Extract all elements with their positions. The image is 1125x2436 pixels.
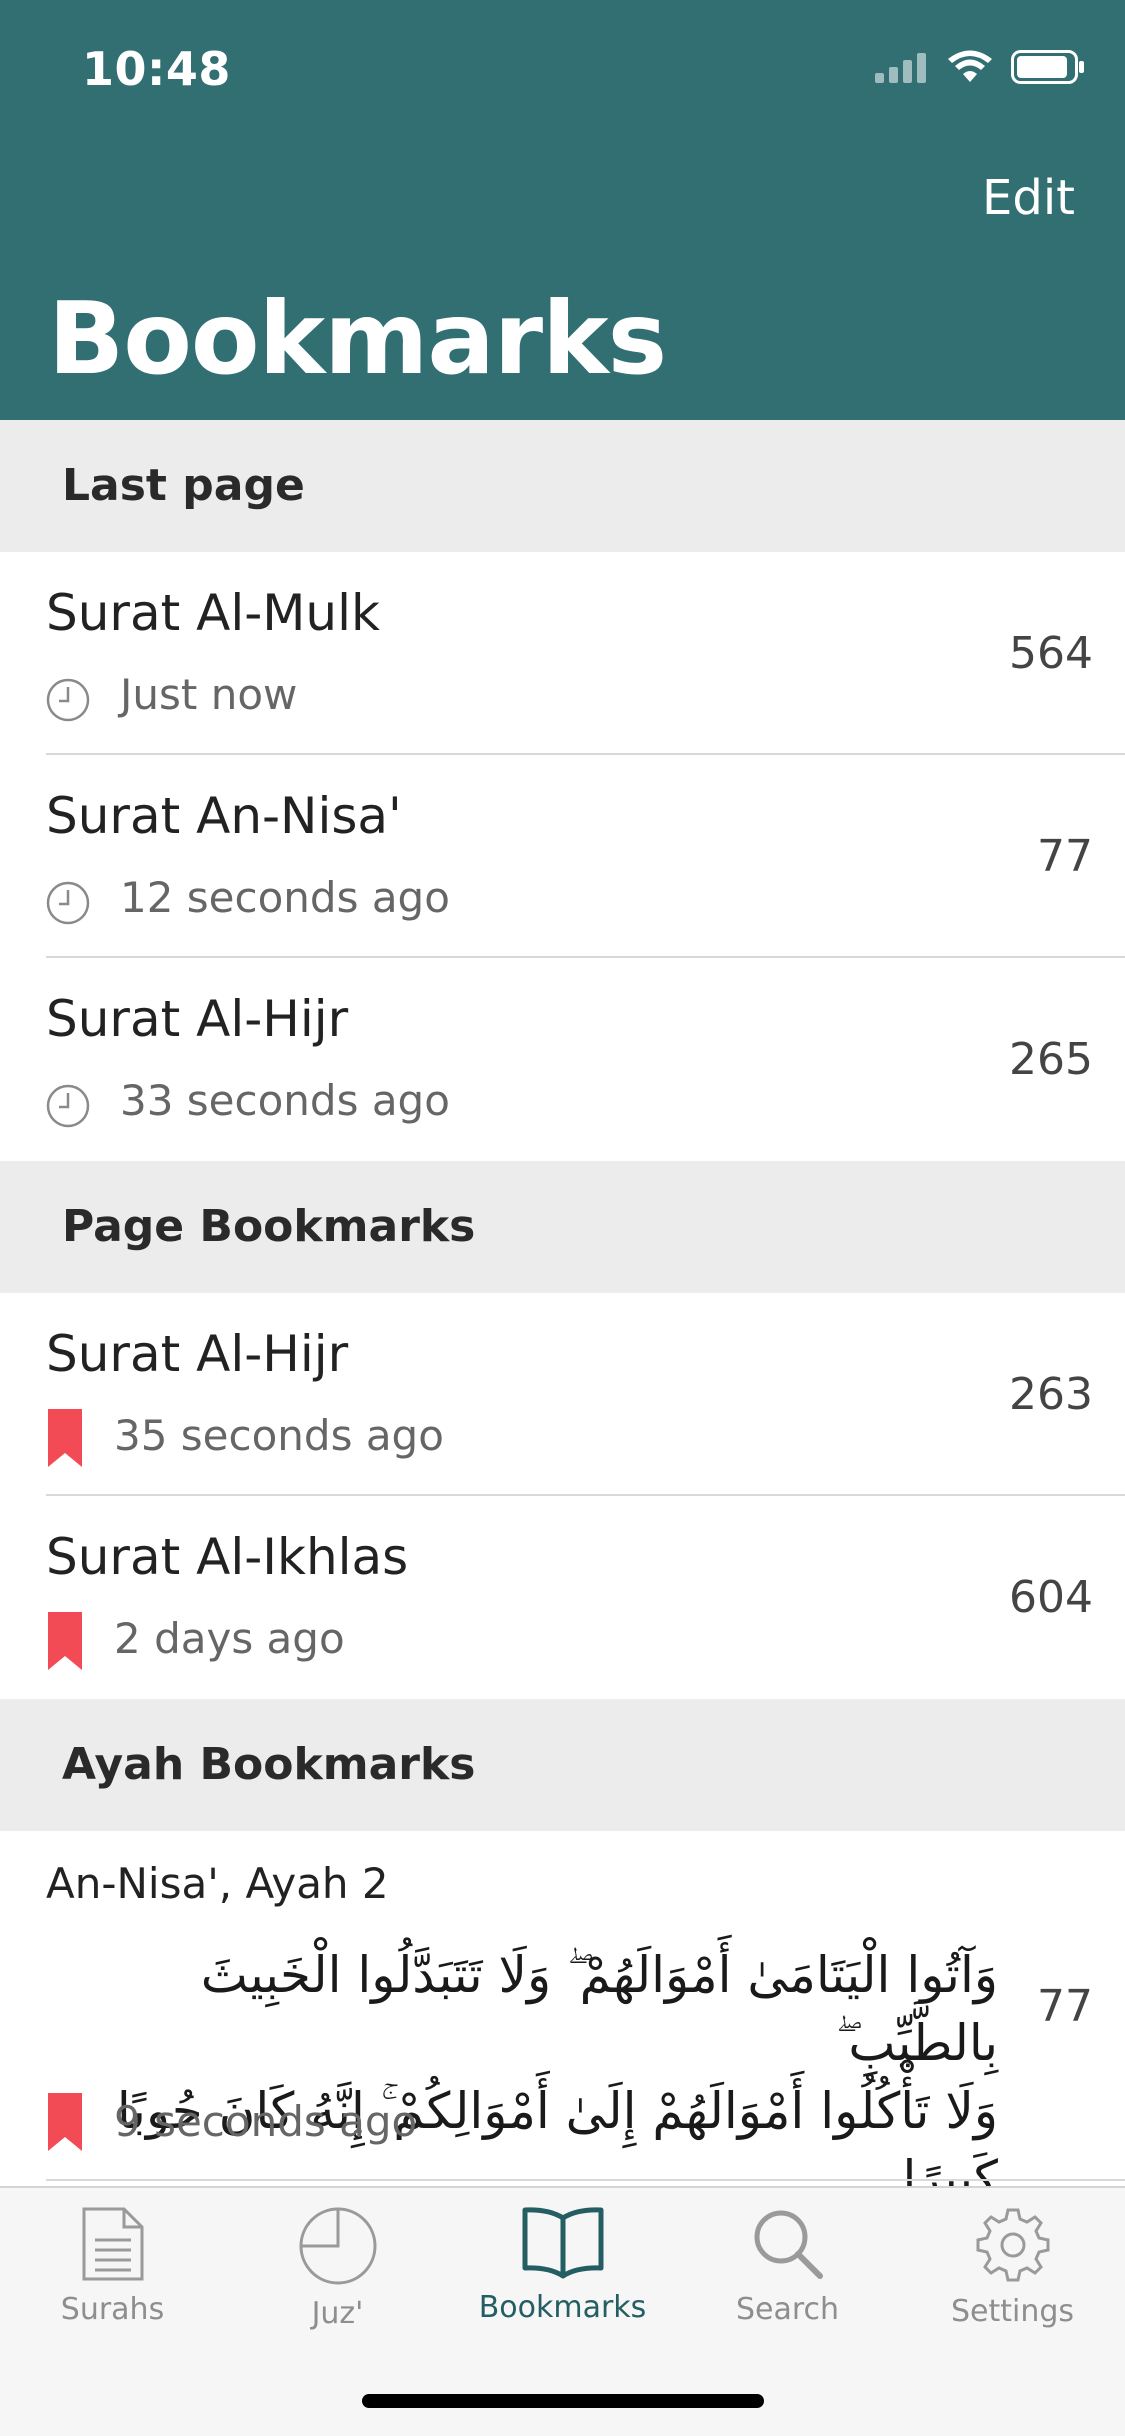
edit-button[interactable]: Edit bbox=[982, 170, 1075, 226]
divider bbox=[46, 2179, 1125, 2181]
timestamp: Just now bbox=[120, 670, 298, 719]
page-number: 77 bbox=[1037, 831, 1093, 882]
tab-label: Search bbox=[735, 2292, 840, 2327]
timestamp: 33 seconds ago bbox=[120, 1076, 450, 1125]
ayah-reference: An-Nisa', Ayah 2 bbox=[46, 1859, 389, 1908]
home-indicator[interactable] bbox=[362, 2394, 764, 2408]
tab-label: Surahs bbox=[60, 2292, 165, 2327]
list-item[interactable]: Surat Al-Ikhlas 2 days ago 604 bbox=[0, 1496, 1125, 1699]
document-icon bbox=[82, 2207, 143, 2281]
ayah-text: وَآتُوا الْيَتَامَىٰ أَمْوَالَهُمْ ۖ وَل… bbox=[38, 1941, 998, 2213]
timestamp: 35 seconds ago bbox=[114, 1411, 444, 1460]
section-header-page-bookmarks: Page Bookmarks bbox=[0, 1161, 1125, 1293]
tab-label: Juz' bbox=[311, 2296, 364, 2331]
clock-icon bbox=[46, 1084, 90, 1128]
navigation-header: 10:48 Edit Bookmarks bbox=[0, 0, 1125, 420]
tab-label: Settings bbox=[950, 2294, 1075, 2329]
gear-icon bbox=[976, 2208, 1049, 2282]
signal-icon bbox=[875, 53, 926, 83]
pie-chart-icon bbox=[299, 2207, 376, 2285]
section-header-ayah-bookmarks: Ayah Bookmarks bbox=[0, 1699, 1125, 1831]
surah-title: Surat Al-Mulk bbox=[46, 584, 380, 642]
tab-surahs[interactable]: Surahs bbox=[0, 2206, 225, 2327]
tab-settings[interactable]: Settings bbox=[900, 2206, 1125, 2329]
clock-icon bbox=[46, 881, 90, 925]
wifi-icon bbox=[948, 50, 992, 82]
page-number: 77 bbox=[1037, 1981, 1093, 2032]
open-book-icon bbox=[522, 2207, 603, 2279]
page-number: 265 bbox=[1009, 1034, 1093, 1085]
timestamp: 9 seconds ago bbox=[114, 2097, 418, 2146]
bookmark-icon bbox=[48, 1409, 82, 1467]
bookmark-icon bbox=[48, 1612, 82, 1670]
section-header-last-page: Last page bbox=[0, 420, 1125, 552]
list-item[interactable]: Surat An-Nisa' 12 seconds ago 77 bbox=[0, 755, 1125, 958]
list-item[interactable]: Surat Al-Mulk Just now 564 bbox=[0, 552, 1125, 755]
section-label: Ayah Bookmarks bbox=[62, 1739, 476, 1790]
tab-search[interactable]: Search bbox=[675, 2206, 900, 2327]
surah-title: Surat Al-Hijr bbox=[46, 1325, 349, 1383]
timestamp: 2 days ago bbox=[114, 1614, 345, 1663]
section-label: Last page bbox=[62, 460, 305, 511]
list-item[interactable]: Surat Al-Hijr 35 seconds ago 263 bbox=[0, 1293, 1125, 1496]
list-item[interactable]: Surat Al-Hijr 33 seconds ago 265 bbox=[0, 958, 1125, 1161]
page-number: 263 bbox=[1009, 1369, 1093, 1420]
surah-title: Surat An-Nisa' bbox=[46, 787, 402, 845]
timestamp: 12 seconds ago bbox=[120, 873, 450, 922]
page-number: 564 bbox=[1009, 628, 1093, 679]
list-item[interactable]: An-Nisa', Ayah 2 وَآتُوا الْيَتَامَىٰ أَ… bbox=[0, 1831, 1125, 2208]
tab-juz[interactable]: Juz' bbox=[225, 2206, 450, 2331]
search-icon bbox=[754, 2210, 823, 2279]
tab-label: Bookmarks bbox=[478, 2290, 647, 2325]
page-number: 604 bbox=[1009, 1572, 1093, 1623]
battery-icon bbox=[1011, 50, 1084, 84]
clock-icon bbox=[46, 678, 90, 722]
surah-title: Surat Al-Ikhlas bbox=[46, 1528, 409, 1586]
tab-bookmarks[interactable]: Bookmarks bbox=[450, 2206, 675, 2325]
surah-title: Surat Al-Hijr bbox=[46, 990, 349, 1048]
status-time: 10:48 bbox=[82, 42, 231, 96]
page-title: Bookmarks bbox=[48, 280, 667, 397]
section-label: Page Bookmarks bbox=[62, 1201, 476, 1252]
bookmark-icon bbox=[48, 2093, 82, 2151]
status-icons bbox=[875, 50, 1085, 84]
ayah-text-line: وَآتُوا الْيَتَامَىٰ أَمْوَالَهُمْ ۖ وَل… bbox=[200, 1946, 998, 2072]
